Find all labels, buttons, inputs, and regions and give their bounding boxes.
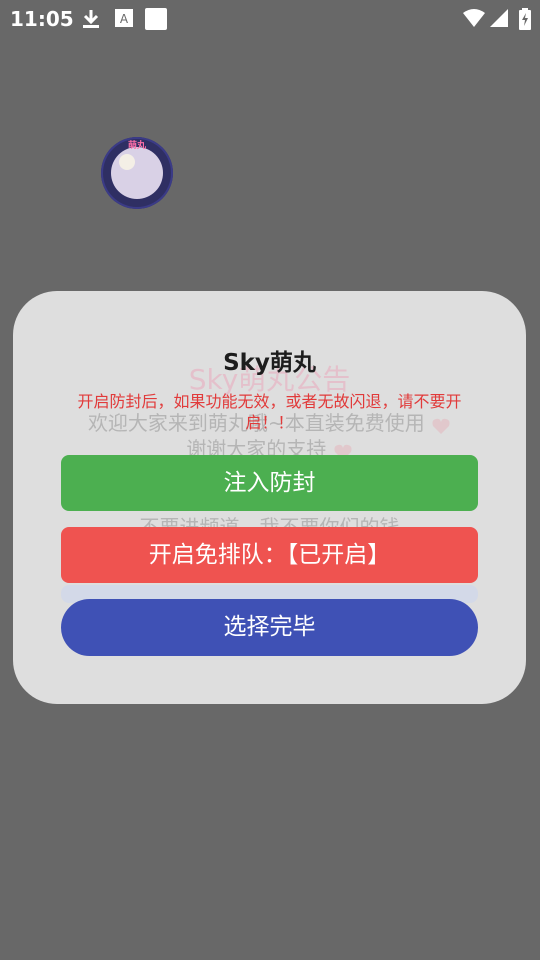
logo-face-background [111,147,163,199]
status-bar: 11:05 A [0,0,540,36]
skip-queue-toggle-button[interactable]: 开启免排队：【已开启】 [61,527,478,583]
svg-text:A: A [120,12,129,26]
inject-protection-button[interactable]: 注入防封 [61,455,478,511]
logo-face [119,154,135,170]
logo-text: 萌丸 [127,141,146,151]
done-selecting-button[interactable]: 选择完毕 [61,599,478,656]
status-time: 11:05 [10,7,74,31]
square-icon [145,8,167,34]
download-icon [80,8,102,34]
dialog-notice: 开启防封后，如果功能无效，或者无故闪退，请不要开启！！ [77,392,462,432]
signal-icon [489,8,509,32]
battery-charging-icon [519,8,531,34]
announcement-dialog: Sky萌丸公告 欢迎大家来到萌丸哦~本直装免费使用 谢谢大家的支持 不要进频道，… [13,291,526,704]
dialog-title: Sky萌丸 [223,350,316,376]
keyboard-icon: A [114,8,134,32]
app-logo: 萌丸 [101,137,173,209]
wifi-icon [462,8,486,32]
